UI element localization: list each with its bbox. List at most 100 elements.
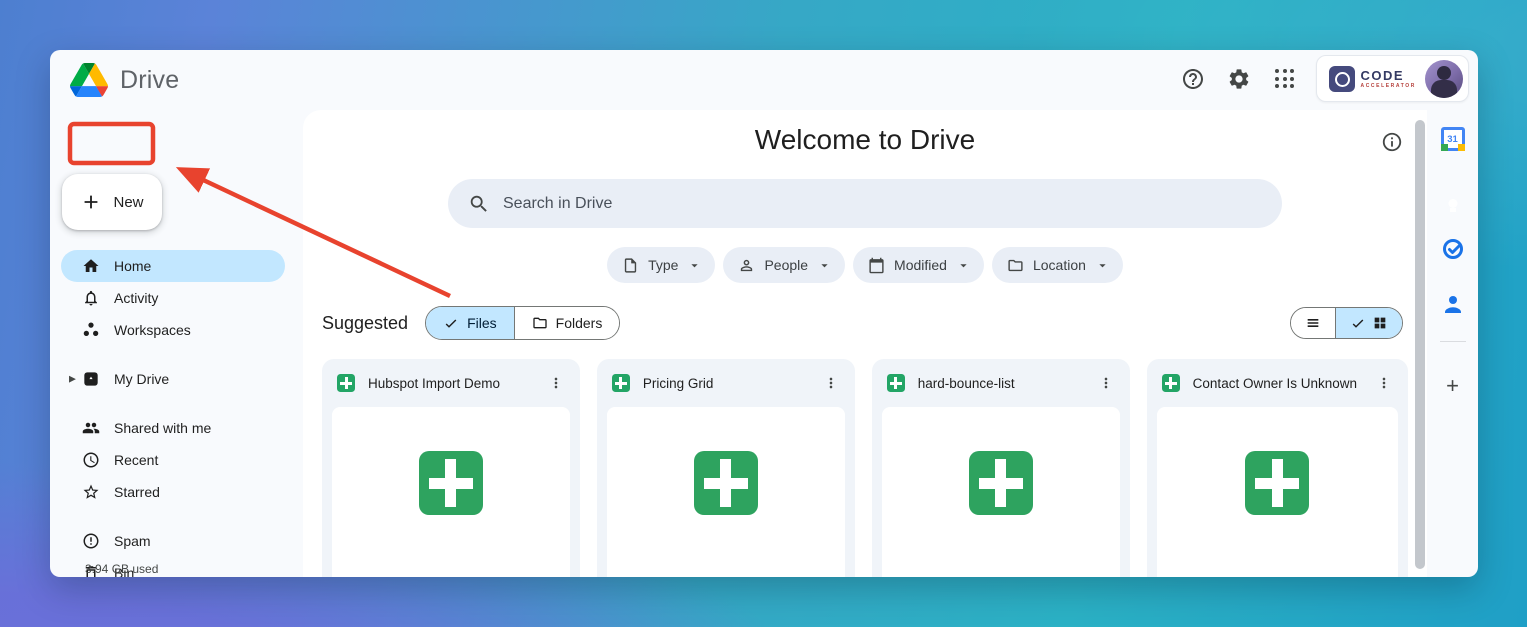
files-folders-toggle: Files Folders (425, 306, 620, 340)
new-button-label: New (113, 194, 143, 211)
folders-toggle-button[interactable]: Folders (514, 307, 620, 339)
google-sheets-icon (337, 374, 355, 392)
person-icon (738, 257, 755, 274)
clock-icon (82, 451, 100, 469)
file-menu-button[interactable] (1370, 369, 1398, 397)
contacts-app-button[interactable] (1441, 292, 1465, 316)
code-accelerator-mark-icon (1329, 66, 1355, 92)
code-accelerator-logo: CODE ACCELERATOR (1329, 66, 1416, 92)
filter-chip-type[interactable]: Type (607, 247, 715, 283)
chevron-down-icon (1095, 258, 1110, 273)
grid-view-button[interactable] (1335, 308, 1402, 338)
folders-toggle-label: Folders (556, 315, 603, 331)
list-view-button[interactable] (1291, 308, 1335, 338)
file-card-header: Contact Owner Is Unknown (1147, 359, 1408, 407)
rail-divider (1440, 341, 1466, 342)
sidebar-item-shared-with-me[interactable]: Shared with me (61, 412, 285, 444)
more-vertical-icon (1376, 375, 1392, 391)
account-badge[interactable]: CODE ACCELERATOR (1316, 55, 1469, 102)
chip-label: People (764, 257, 808, 273)
file-title: Hubspot Import Demo (368, 376, 529, 391)
sidebar-item-spam[interactable]: Spam (61, 525, 285, 557)
info-button[interactable] (1381, 131, 1403, 156)
new-button[interactable]: New (62, 174, 162, 230)
google-calendar-icon: 31 (1441, 127, 1465, 151)
sidebar-item-activity[interactable]: Activity (61, 282, 285, 314)
sidebar-item-workspaces[interactable]: Workspaces (61, 314, 285, 346)
folder-icon (1007, 257, 1024, 274)
file-card[interactable]: Contact Owner Is Unknown (1147, 359, 1408, 577)
suggested-files: Hubspot Import Demo Pricing Grid (322, 359, 1408, 577)
keep-app-button[interactable] (1441, 182, 1465, 206)
tasks-app-button[interactable] (1441, 237, 1465, 261)
section-title: Suggested (322, 313, 408, 334)
chip-label: Type (648, 257, 678, 273)
google-sheets-logo-icon (419, 451, 483, 515)
filter-chips: Type People Modified Location (303, 247, 1427, 283)
file-card-header: hard-bounce-list (872, 359, 1130, 407)
file-card[interactable]: Hubspot Import Demo (322, 359, 580, 577)
app-title: Drive (120, 66, 179, 95)
info-icon (1381, 131, 1403, 153)
chevron-down-icon (817, 258, 832, 273)
sidebar-item-recent[interactable]: Recent (61, 444, 285, 476)
sidebar-item-starred[interactable]: Starred (61, 476, 285, 508)
file-preview (332, 407, 570, 577)
sidebar-item-label: Home (114, 258, 151, 274)
file-preview (1157, 407, 1398, 577)
file-menu-button[interactable] (817, 369, 845, 397)
file-card[interactable]: hard-bounce-list (872, 359, 1130, 577)
user-avatar[interactable] (1425, 60, 1463, 98)
filter-chip-location[interactable]: Location (992, 247, 1123, 283)
brand-subtitle: ACCELERATOR (1361, 84, 1416, 89)
file-card-header: Pricing Grid (597, 359, 855, 407)
calendar-day-label: 31 (1447, 134, 1458, 145)
view-layout-toggle (1290, 307, 1403, 339)
spam-icon (82, 532, 100, 550)
file-preview (882, 407, 1120, 577)
sidebar-item-label: Starred (114, 484, 160, 500)
google-sheets-icon (1162, 374, 1180, 392)
sidebar-item-my-drive[interactable]: ▶ My Drive (61, 363, 285, 395)
file-menu-button[interactable] (542, 369, 570, 397)
vertical-scrollbar[interactable] (1415, 120, 1425, 569)
drive-logo-area[interactable]: Drive (50, 63, 179, 97)
files-toggle-button[interactable]: Files (426, 307, 514, 339)
folder-icon (532, 315, 548, 331)
file-menu-button[interactable] (1092, 369, 1120, 397)
storage-used-label: 3.94 GB used (85, 562, 158, 576)
more-vertical-icon (823, 375, 839, 391)
sidebar-item-label: Activity (114, 290, 158, 306)
expand-arrow-icon[interactable]: ▶ (69, 374, 76, 385)
sidebar-item-label: My Drive (114, 371, 169, 387)
file-title: Pricing Grid (643, 376, 804, 391)
filter-chip-modified[interactable]: Modified (853, 247, 984, 283)
add-app-button[interactable]: + (1446, 375, 1459, 397)
files-toggle-label: Files (467, 315, 497, 331)
drive-window: Drive CODE ACCELERATOR (50, 50, 1478, 577)
chip-label: Location (1033, 257, 1086, 273)
filter-chip-people[interactable]: People (723, 247, 845, 283)
search-bar[interactable] (448, 179, 1282, 228)
sidebar-item-home[interactable]: Home (61, 250, 285, 282)
help-button[interactable] (1172, 58, 1214, 100)
sidebar-item-label: Workspaces (114, 322, 191, 338)
suggested-section-header: Suggested Files Folders (322, 306, 1403, 340)
search-input[interactable] (503, 195, 1262, 213)
check-icon (1350, 315, 1366, 331)
google-apps-button[interactable] (1264, 58, 1306, 100)
file-icon (622, 257, 639, 274)
gear-icon (1227, 67, 1251, 91)
settings-button[interactable] (1218, 58, 1260, 100)
file-card[interactable]: Pricing Grid (597, 359, 855, 577)
plus-icon (80, 191, 102, 213)
my-drive-icon (82, 370, 100, 388)
calendar-icon (868, 257, 885, 274)
google-tasks-icon (1441, 237, 1465, 261)
bell-icon (82, 289, 100, 307)
file-card-header: Hubspot Import Demo (322, 359, 580, 407)
more-vertical-icon (548, 375, 564, 391)
side-panel-rail: 31 + (1427, 110, 1478, 577)
grid-view-icon (1372, 315, 1388, 331)
calendar-app-button[interactable]: 31 (1441, 127, 1465, 151)
